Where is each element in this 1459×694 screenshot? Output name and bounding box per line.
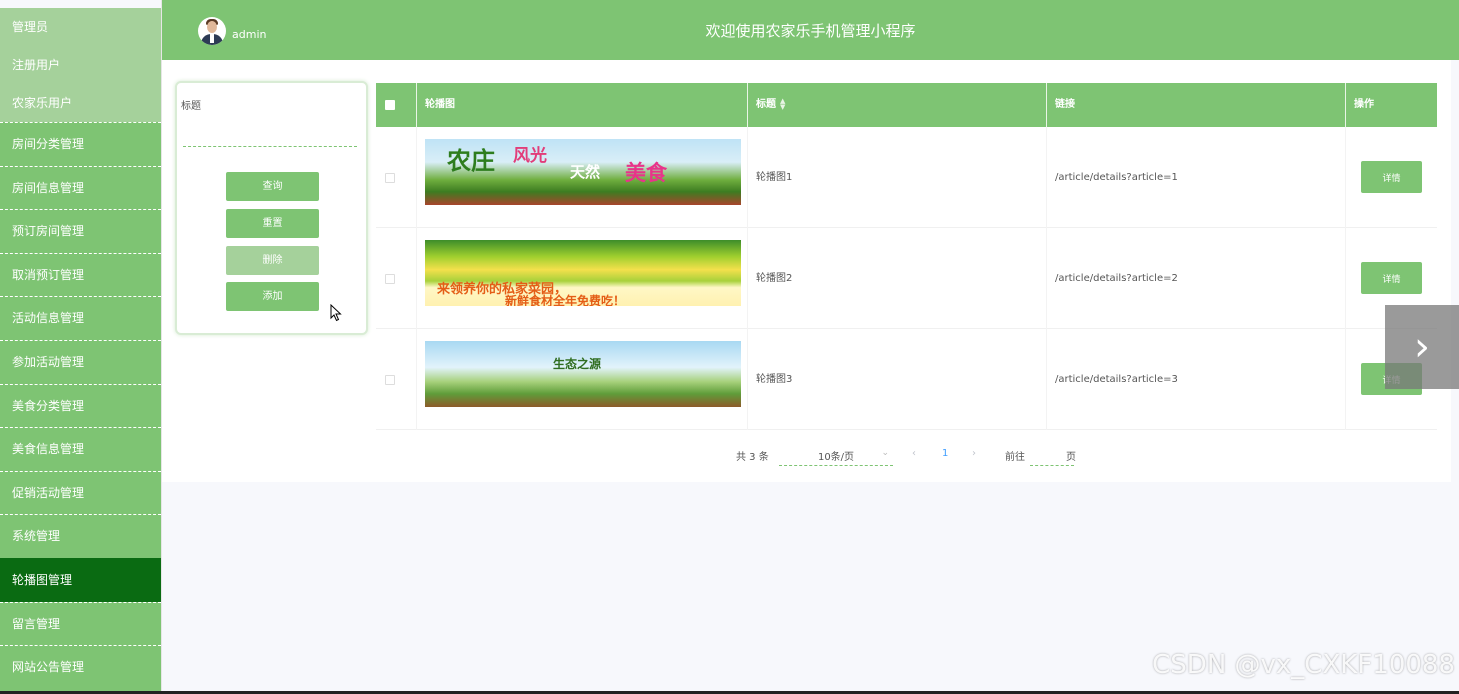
column-header-link: 链接 xyxy=(1047,83,1346,127)
sidebar-item-cancel-booking[interactable]: 取消预订管理 xyxy=(0,252,161,297)
detail-button[interactable]: 详情 xyxy=(1361,262,1422,294)
sidebar-item-farm-users[interactable]: 农家乐用户 xyxy=(0,84,161,122)
page-size-value: 10条/页 xyxy=(817,452,855,463)
watermark: CSDN @vx_CXKF10088 xyxy=(1152,650,1455,680)
table-row: 生态之源 轮播图3 /article/details?article=3 详情 xyxy=(376,329,1437,430)
row-link: /article/details?article=3 xyxy=(1047,329,1346,430)
row-title: 轮播图2 xyxy=(748,228,1047,329)
sidebar-top-spacer xyxy=(0,0,161,8)
row-title: 轮播图1 xyxy=(748,127,1047,228)
sidebar-user-group: 管理员 注册用户 农家乐用户 xyxy=(0,8,161,122)
sidebar-item-room-booking[interactable]: 预订房间管理 xyxy=(0,209,161,253)
mouse-cursor-icon xyxy=(330,304,342,322)
row-link: /article/details?article=2 xyxy=(1047,228,1346,329)
sidebar-item-promotion[interactable]: 促销活动管理 xyxy=(0,470,161,515)
sidebar-item-food-info[interactable]: 美食信息管理 xyxy=(0,427,161,471)
row-link: /article/details?article=1 xyxy=(1047,127,1346,228)
row-checkbox[interactable] xyxy=(385,173,395,183)
sidebar-item-activity-info[interactable]: 活动信息管理 xyxy=(0,296,161,340)
row-checkbox[interactable] xyxy=(385,274,395,284)
page-number[interactable]: 1 xyxy=(942,448,948,459)
goto-label: 前往 xyxy=(1005,452,1025,463)
sidebar-item-room-category[interactable]: 房间分类管理 xyxy=(0,122,161,166)
chevron-down-icon: ⌄ xyxy=(881,448,889,458)
table-row: 来领养你的私家菜园， 新鲜食材全年免费吃！ 轮播图2 /article/deta… xyxy=(376,228,1437,329)
column-header-title[interactable]: 标题 ▲ ▼ xyxy=(748,83,1047,127)
title-search-input[interactable] xyxy=(183,133,357,147)
page-title: 欢迎使用农家乐手机管理小程序 xyxy=(705,22,916,40)
sidebar-item-carousel[interactable]: 轮播图管理 xyxy=(0,557,161,602)
pagination-total: 共 3 条 xyxy=(736,452,769,463)
column-header-image: 轮播图 xyxy=(417,83,748,127)
column-header-title-label: 标题 xyxy=(756,99,776,110)
sidebar-item-registered-users[interactable]: 注册用户 xyxy=(0,46,161,84)
sidebar-menu: 房间分类管理 房间信息管理 预订房间管理 取消预订管理 活动信息管理 参加活动管… xyxy=(0,122,161,689)
sidebar: 管理员 注册用户 农家乐用户 房间分类管理 房间信息管理 预订房间管理 取消预订… xyxy=(0,0,162,694)
add-button[interactable]: 添加 xyxy=(226,282,319,311)
prev-page-icon[interactable]: ‹ xyxy=(912,448,916,459)
detail-button[interactable]: 详情 xyxy=(1361,161,1422,193)
reset-button[interactable]: 重置 xyxy=(226,209,319,238)
select-all-checkbox[interactable] xyxy=(385,100,395,110)
next-page-icon[interactable]: › xyxy=(972,448,976,459)
sidebar-item-admin[interactable]: 管理员 xyxy=(0,8,161,46)
carousel-image: 来领养你的私家菜园， 新鲜食材全年免费吃！ xyxy=(425,240,741,306)
sidebar-item-food-category[interactable]: 美食分类管理 xyxy=(0,383,161,428)
carousel-image: 生态之源 xyxy=(425,341,741,407)
top-header: admin 欢迎使用农家乐手机管理小程序 xyxy=(162,0,1459,60)
row-checkbox[interactable] xyxy=(385,375,395,385)
sort-icon[interactable]: ▲ ▼ xyxy=(780,98,785,111)
search-panel: 标题 查询 重置 删除 添加 xyxy=(175,81,368,335)
chevron-right-icon[interactable]: › xyxy=(1385,305,1459,389)
delete-button[interactable]: 删除 xyxy=(226,246,319,275)
sidebar-item-announcements[interactable]: 网站公告管理 xyxy=(0,645,161,689)
query-button[interactable]: 查询 xyxy=(226,172,319,201)
sidebar-item-messages[interactable]: 留言管理 xyxy=(0,601,161,646)
title-label: 标题 xyxy=(181,101,201,112)
row-title: 轮播图3 xyxy=(748,329,1047,430)
table-row: 农庄 风光 天然 美食 轮播图1 /article/details?articl… xyxy=(376,127,1437,228)
table-header: 轮播图 标题 ▲ ▼ 链接 操作 xyxy=(376,83,1437,127)
select-all-cell xyxy=(376,83,417,127)
sidebar-item-join-activity[interactable]: 参加活动管理 xyxy=(0,339,161,384)
sidebar-item-system[interactable]: 系统管理 xyxy=(0,514,161,558)
carousel-image: 农庄 风光 天然 美食 xyxy=(425,139,741,205)
column-header-action: 操作 xyxy=(1354,99,1374,110)
goto-suffix: 页 xyxy=(1066,452,1076,463)
page-size-select[interactable]: 10条/页 ⌄ xyxy=(779,448,893,466)
sidebar-item-room-info[interactable]: 房间信息管理 xyxy=(0,165,161,210)
